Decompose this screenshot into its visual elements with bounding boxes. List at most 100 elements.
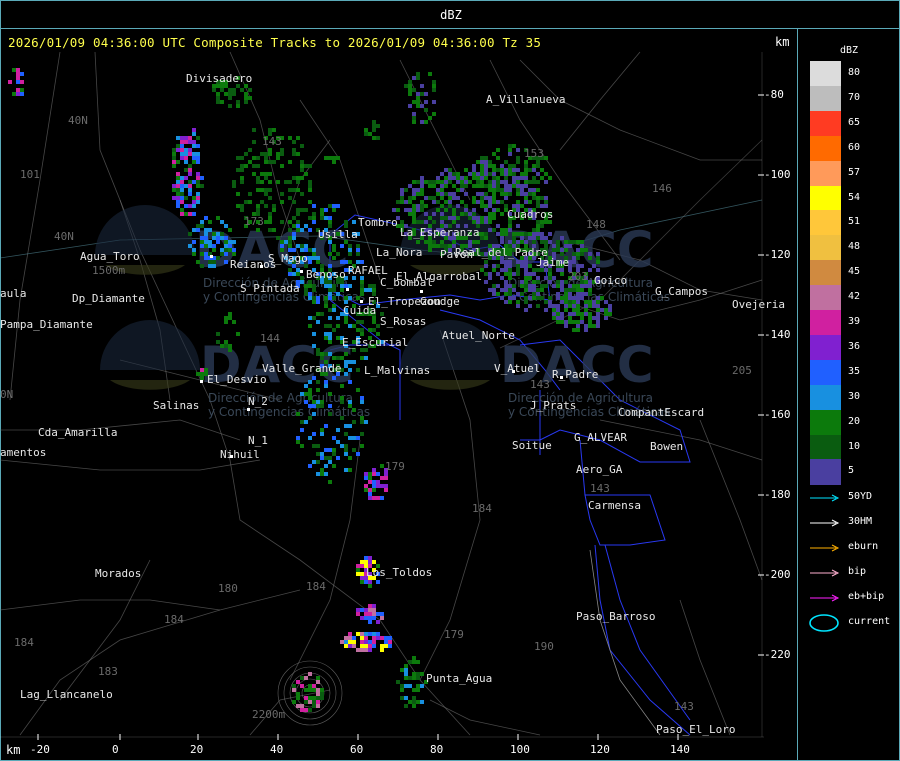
x-tick-label: 0 <box>112 743 119 756</box>
place-label: Valle_Grande <box>262 362 341 375</box>
place-label: CompantEscard <box>618 406 704 419</box>
place-label: Cuida <box>343 304 376 317</box>
place-label: Divisadero <box>186 72 252 85</box>
route-number-label: 143 <box>530 378 550 391</box>
radar-map[interactable]: DACCDirección de Agriculturay Contingenc… <box>0 0 900 761</box>
place-label: L_Malvinas <box>364 364 430 377</box>
legend-swatch <box>810 434 841 460</box>
place-label: C_bombal <box>380 276 433 289</box>
route-number-label: 205 <box>732 364 752 377</box>
track-legend-label: eburn <box>848 541 879 552</box>
legend-label: 60 <box>848 141 861 153</box>
place-label: Dp_Diamante <box>72 292 145 305</box>
y-tick-label: -200 <box>764 568 791 581</box>
legend-swatch <box>810 409 841 435</box>
route-number-label: 146 <box>652 182 672 195</box>
y-tick-label: -160 <box>764 408 791 421</box>
unit-label-bottom: km <box>6 743 21 757</box>
x-tick-label: 100 <box>510 743 530 756</box>
place-label: Tombro <box>358 216 398 229</box>
place-label: Agua_Toro <box>80 250 140 263</box>
legend-label: 35 <box>848 365 861 377</box>
route-number-label: 143 <box>590 482 610 495</box>
y-tick-label: -100 <box>764 168 791 181</box>
place-label: El_Desvio <box>207 373 267 386</box>
place-label: Atuel_Norte <box>442 329 515 342</box>
route-number-label: 179 <box>444 628 464 641</box>
x-tick-label: 80 <box>430 743 444 756</box>
place-label: Cuadros <box>507 208 553 221</box>
track-legend-label: 50YD <box>848 491 873 502</box>
legend-label: 5 <box>848 465 855 477</box>
route-number-label: 143 <box>674 700 694 713</box>
place-label: Cda_Amarilla <box>38 426 117 439</box>
y-tick-label: -180 <box>764 488 791 501</box>
route-number-label: 184 <box>472 502 492 515</box>
legend-swatch <box>810 185 841 211</box>
x-tick-label: 140 <box>670 743 690 756</box>
route-number-label: 153 <box>524 147 544 160</box>
place-label: G_ALVEAR <box>574 431 627 444</box>
town-marker <box>300 270 303 273</box>
place-label: Paso_Barroso <box>576 610 655 623</box>
place-label: Carmensa <box>588 499 641 512</box>
route-number-label: 179 <box>385 460 405 473</box>
legend-label: 10 <box>848 440 861 452</box>
route-number-label: 173 <box>244 215 264 228</box>
place-label: Lag_Llancanelo <box>20 688 113 701</box>
place-label: La_Esperanza <box>400 226 479 239</box>
legend-swatch <box>810 235 841 261</box>
x-tick-label: 20 <box>190 743 204 756</box>
place-label: La_Nora <box>376 246 422 259</box>
legend-label: 39 <box>848 316 861 327</box>
place-label: Goico <box>594 274 627 287</box>
legend-label: 51 <box>848 216 861 228</box>
track-legend-label: 30HM <box>848 516 873 527</box>
legend-swatch <box>810 160 841 186</box>
legend-label: 70 <box>848 91 861 103</box>
town-marker <box>210 255 213 258</box>
route-number-label: 190 <box>534 640 554 653</box>
legend-title: dBZ <box>840 45 859 56</box>
place-label: Benoso <box>306 268 346 281</box>
x-tick-label: -20 <box>30 743 50 756</box>
legend-swatch <box>810 135 841 162</box>
place-label: Soitue <box>512 439 552 452</box>
place-label: S_Rosas <box>380 315 426 328</box>
town-marker <box>420 290 423 293</box>
place-label: Jaime <box>536 256 569 269</box>
place-label: Goudge <box>420 295 460 308</box>
place-label: Usilla <box>318 228 358 241</box>
x-tick-label: 40 <box>270 743 284 756</box>
legend-label: 57 <box>848 166 861 178</box>
place-label: N_2 <box>248 395 268 408</box>
town-marker <box>230 455 233 458</box>
place-label: G_Campos <box>655 285 708 298</box>
y-tick-label: -120 <box>764 248 791 261</box>
legend-label: 36 <box>848 340 861 352</box>
town-marker <box>200 380 203 383</box>
current-ellipse-icon <box>809 614 839 632</box>
route-number-label: 203 <box>568 270 588 283</box>
place-label: Aero_GA <box>576 463 623 476</box>
legend-swatch <box>810 260 841 286</box>
place-label: Ovejeria <box>732 298 785 311</box>
town-marker <box>512 370 515 373</box>
place-label: S_Pintada <box>240 282 300 295</box>
route-number-label: 184 <box>306 580 326 593</box>
legend-swatch <box>810 310 841 336</box>
legend-label: 20 <box>848 415 861 427</box>
y-tick-label: -80 <box>764 88 784 101</box>
x-tick-label: 120 <box>590 743 610 756</box>
track-legend-label: eb+bip <box>848 591 885 602</box>
town-marker <box>360 300 363 303</box>
place-label: aula <box>0 287 27 300</box>
unit-label-top: km <box>775 35 790 49</box>
legend-label: 80 <box>848 67 861 78</box>
place-label: N_1 <box>248 434 268 447</box>
track-legend-label: bip <box>848 566 867 577</box>
place-label: Salinas <box>153 399 199 412</box>
route-number-label: 40N <box>54 230 74 243</box>
legend-swatch <box>810 285 841 311</box>
legend-label: 48 <box>848 241 861 253</box>
